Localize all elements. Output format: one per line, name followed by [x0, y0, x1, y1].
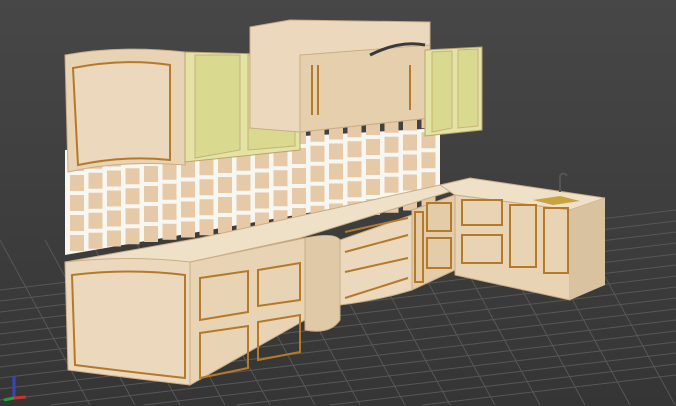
wall-tile: [236, 194, 251, 211]
wall-tile: [236, 154, 251, 171]
wall-tile: [162, 223, 177, 240]
wall-tile: [162, 183, 177, 200]
wall-tile: [236, 174, 251, 191]
wall-tile: [107, 190, 121, 207]
scene-canvas: [0, 19, 676, 406]
wall-tile: [162, 203, 177, 220]
wall-tile: [70, 195, 84, 211]
wall-tile: [162, 163, 177, 180]
corner-base-cabinets: [438, 172, 606, 301]
wall-tile: [199, 159, 214, 176]
wall-tile: [310, 165, 325, 182]
upper-right-glass-cabinets: [424, 46, 483, 137]
wall-tile: [181, 201, 195, 218]
wall-tile: [255, 192, 269, 209]
wall-tile: [366, 139, 380, 155]
wall-tile: [199, 199, 214, 216]
wall-tile: [88, 192, 103, 209]
wall-tile: [273, 170, 288, 187]
wall-tile: [107, 230, 121, 247]
wall-tile: [366, 179, 380, 195]
wall-tile: [421, 172, 436, 189]
wall-tile: [347, 161, 362, 178]
wall-tile: [366, 159, 380, 175]
wall-tile: [70, 235, 84, 251]
wall-tile: [310, 145, 325, 162]
wall-tile: [70, 215, 84, 231]
wall-tile: [144, 186, 158, 202]
wall-tile: [218, 197, 232, 213]
wall-tile: [273, 190, 288, 207]
wall-tile: [70, 175, 84, 191]
wall-tile: [199, 179, 214, 196]
range-hood: [249, 19, 431, 133]
wall-tile: [329, 143, 343, 160]
wall-tile: [310, 185, 325, 202]
wall-tile: [107, 210, 121, 227]
wall-tile: [218, 217, 232, 233]
grid-line: [236, 352, 676, 406]
wall-tile: [199, 219, 214, 236]
grid-line: [329, 363, 676, 406]
wall-tile: [403, 134, 417, 151]
wall-tile: [88, 172, 103, 189]
wall-tile: [125, 188, 140, 205]
wall-tile: [125, 228, 140, 245]
wall-tile: [144, 166, 158, 182]
wall-tile: [88, 232, 103, 249]
wall-tile: [292, 188, 306, 204]
wall-tile: [384, 176, 399, 193]
wall-tile: [292, 168, 306, 184]
wall-tile: [107, 170, 121, 187]
wall-tile: [384, 156, 399, 173]
wall-tile: [181, 221, 195, 238]
wall-tile: [255, 172, 269, 189]
wall-tile: [125, 168, 140, 185]
wall-tile: [403, 154, 417, 171]
wall-tile: [329, 183, 343, 200]
wall-tile: [329, 163, 343, 180]
wall-tile: [144, 226, 158, 242]
3d-viewport[interactable]: [0, 0, 676, 406]
wall-tile: [88, 212, 103, 229]
wall-tile: [347, 181, 362, 198]
wall-tile: [125, 208, 140, 225]
wall-tile: [347, 141, 362, 158]
upper-curved-cabinet: [64, 48, 186, 173]
wall-tile: [421, 152, 436, 169]
wall-tile: [403, 174, 417, 191]
wall-tile: [144, 206, 158, 222]
wall-tile: [384, 136, 399, 153]
wall-tile: [181, 181, 195, 198]
wall-tile: [218, 157, 232, 173]
wall-tile: [218, 177, 232, 193]
